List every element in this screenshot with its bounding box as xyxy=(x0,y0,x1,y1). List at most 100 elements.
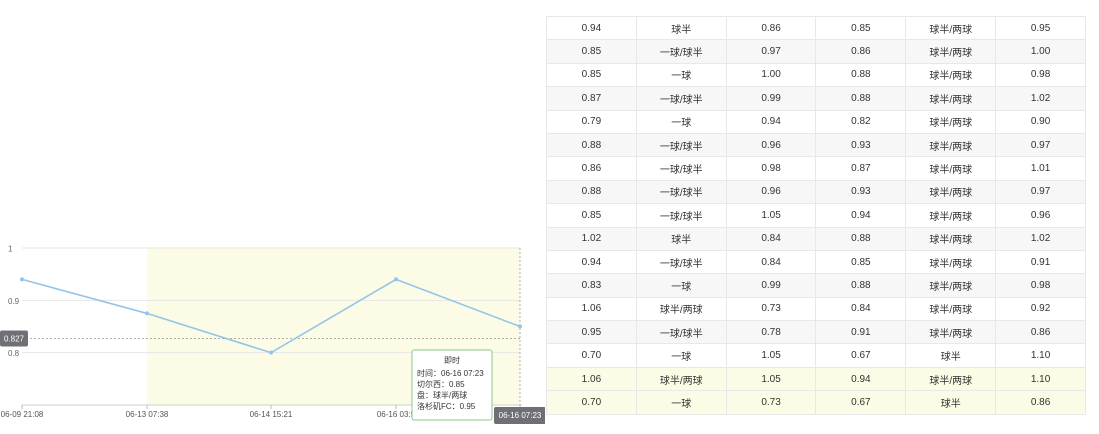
table-row: 0.88 一球/球半 0.96 0.93 球半/两球 0.97 xyxy=(546,132,1086,158)
table-cell: 0.84 xyxy=(815,296,907,322)
table-cell: 0.94 xyxy=(546,249,637,275)
table-row: 0.83 一球 0.99 0.88 球半/两球 0.98 xyxy=(546,273,1086,298)
table-row: 0.88 一球/球半 0.96 0.93 球半/两球 0.97 xyxy=(546,179,1086,205)
table-cell: 1.00 xyxy=(725,62,817,88)
crosshair-x-label: 06-16 07:23 xyxy=(499,411,542,420)
table-cell: 0.91 xyxy=(815,320,907,345)
data-point xyxy=(145,311,149,316)
table-row: 0.87 一球/球半 0.99 0.88 球半/两球 1.02 xyxy=(546,86,1086,111)
table-cell: 0.79 xyxy=(546,109,637,134)
table-cell: 1.05 xyxy=(725,203,817,228)
table-row: 0.94 一球/球半 0.84 0.85 球半/两球 0.91 xyxy=(546,249,1086,275)
table-cell: 0.67 xyxy=(815,343,907,368)
table-row: 0.85 一球/球半 1.05 0.94 球半/两球 0.96 xyxy=(546,203,1086,228)
table-cell: 0.96 xyxy=(725,179,817,205)
table-cell: 球半 xyxy=(635,226,727,251)
table-cell: 1.02 xyxy=(995,226,1086,251)
table-cell: 0.88 xyxy=(815,226,907,251)
table-cell: 一球 xyxy=(635,273,727,298)
table-row: 0.70 一球 0.73 0.67 球半 0.86 xyxy=(546,390,1086,415)
table-cell: 0.92 xyxy=(995,296,1086,322)
table-row: 1.02 球半 0.84 0.88 球半/两球 1.02 xyxy=(546,226,1086,251)
table-cell: 球半/两球 xyxy=(905,109,997,134)
table-cell: 球半/两球 xyxy=(905,39,997,64)
table-cell: 球半/两球 xyxy=(905,366,997,392)
data-point xyxy=(269,350,273,355)
table-cell: 0.86 xyxy=(546,156,637,181)
table-cell: 一球 xyxy=(635,390,727,415)
table-cell: 球半 xyxy=(905,390,997,415)
x-tick-label: 06-14 15:21 xyxy=(250,410,293,419)
table-cell: 球半/两球 xyxy=(905,132,997,158)
table-row: 0.86 一球/球半 0.98 0.87 球半/两球 1.01 xyxy=(546,156,1086,181)
table-cell: 0.83 xyxy=(546,273,637,298)
table-cell: 0.85 xyxy=(815,15,907,41)
table-cell: 球半/两球 xyxy=(905,226,997,251)
y-tick-label: 0.9 xyxy=(8,297,20,306)
table-cell: 一球/球半 xyxy=(635,132,727,158)
table-cell: 0.88 xyxy=(815,86,907,111)
table-cell: 球半/两球 xyxy=(905,296,997,322)
table-row: 0.94 球半 0.86 0.85 球半/两球 0.95 xyxy=(546,15,1086,41)
table-cell: 球半/两球 xyxy=(905,249,997,275)
table-row: 1.06 球半/两球 1.05 0.94 球半/两球 1.10 xyxy=(546,366,1086,392)
table-cell: 0.82 xyxy=(815,109,907,134)
table-cell: 一球 xyxy=(635,62,727,88)
table-cell: 0.91 xyxy=(995,249,1086,275)
table-cell: 球半/两球 xyxy=(905,62,997,88)
data-point xyxy=(20,277,24,282)
table-cell: 球半/两球 xyxy=(905,15,997,41)
table-cell: 0.96 xyxy=(725,132,817,158)
table-cell: 0.85 xyxy=(546,203,637,228)
y-tick-label: 0.8 xyxy=(8,349,20,358)
table-cell: 0.98 xyxy=(725,156,817,181)
table-cell: 0.84 xyxy=(725,226,817,251)
table-cell: 一球/球半 xyxy=(635,39,727,64)
x-tick-label: 06-09 21:08 xyxy=(1,410,44,419)
table-cell: 一球/球半 xyxy=(635,179,727,205)
tooltip-line: 时间：06-16 07:23 xyxy=(417,368,484,378)
table-cell: 球半/两球 xyxy=(635,296,727,322)
table-cell: 球半 xyxy=(905,343,997,368)
table-cell: 0.99 xyxy=(725,273,817,298)
table-cell: 1.02 xyxy=(995,86,1086,111)
table-cell: 0.93 xyxy=(815,132,907,158)
table-cell: 0.70 xyxy=(546,390,637,415)
table-cell: 0.73 xyxy=(725,390,817,415)
table-cell: 一球/球半 xyxy=(635,156,727,181)
table-cell: 0.88 xyxy=(546,179,637,205)
table-cell: 球半/两球 xyxy=(905,156,997,181)
tooltip-line: 切尔西：0.85 xyxy=(417,379,465,389)
x-tick-label: 06-13 07:38 xyxy=(126,410,169,419)
table-cell: 0.85 xyxy=(546,62,637,88)
y-tick-label: 1 xyxy=(8,245,13,254)
table-cell: 0.88 xyxy=(546,132,637,158)
table-cell: 1.10 xyxy=(995,366,1086,392)
table-cell: 0.86 xyxy=(995,390,1086,415)
table-cell: 0.86 xyxy=(725,15,817,41)
table-cell: 0.73 xyxy=(725,296,817,322)
table-cell: 0.84 xyxy=(725,249,817,275)
odds-table: 0.94 球半 0.86 0.85 球半/两球 0.95 0.85 一球/球半 0.97 0.86… xyxy=(546,15,1086,415)
table-cell: 1.10 xyxy=(995,343,1086,368)
table-cell: 球半/两球 xyxy=(905,203,997,228)
data-point xyxy=(394,277,398,282)
table-cell: 一球/球半 xyxy=(635,249,727,275)
table-cell: 一球/球半 xyxy=(635,320,727,345)
table-cell: 球半/两球 xyxy=(905,273,997,298)
table-cell: 0.88 xyxy=(815,62,907,88)
table-row: 0.85 一球/球半 0.97 0.86 球半/两球 1.00 xyxy=(546,39,1086,64)
table-cell: 0.94 xyxy=(815,366,907,392)
table-cell: 0.95 xyxy=(995,15,1086,41)
table-row: 1.06 球半/两球 0.73 0.84 球半/两球 0.92 xyxy=(546,296,1086,322)
table-row: 0.70 一球 1.05 0.67 球半 1.10 xyxy=(546,343,1086,368)
table-cell: 球半/两球 xyxy=(905,179,997,205)
data-point xyxy=(518,324,522,329)
table-cell: 0.95 xyxy=(546,320,637,345)
table-cell: 0.94 xyxy=(725,109,817,134)
table-cell: 0.98 xyxy=(995,62,1086,88)
tooltip-line: 盘：球半/两球 xyxy=(417,390,467,400)
table-cell: 0.87 xyxy=(546,86,637,111)
table-cell: 一球 xyxy=(635,343,727,368)
table-cell: 一球/球半 xyxy=(635,86,727,111)
